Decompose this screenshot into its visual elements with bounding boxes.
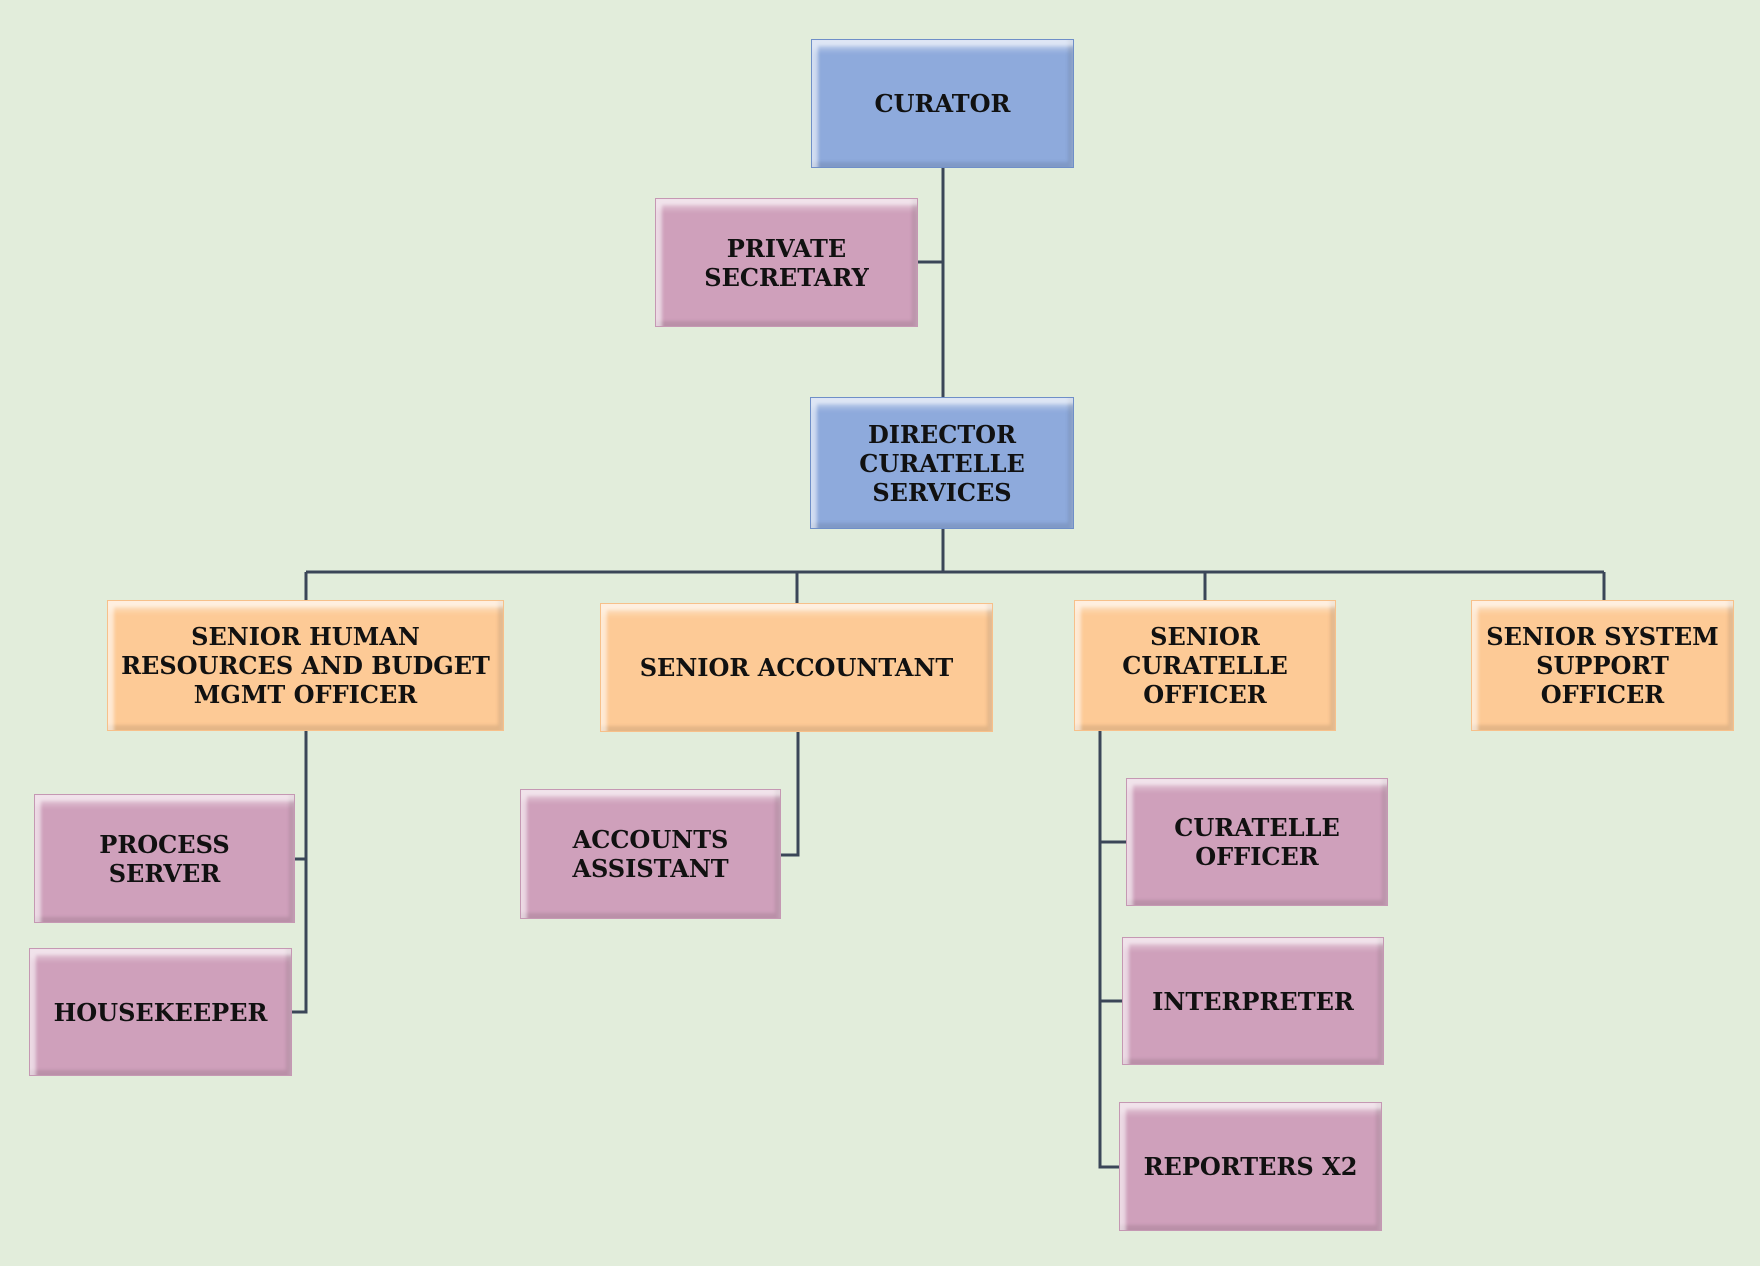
node-process-server: PROCESS SERVER bbox=[34, 794, 295, 923]
node-senior-curatelle: SENIOR CURATELLE OFFICER bbox=[1074, 600, 1336, 731]
accountant-branch-line bbox=[781, 732, 800, 857]
node-senior-system: SENIOR SYSTEM SUPPORT OFFICER bbox=[1471, 600, 1734, 731]
node-housekeeper: HOUSEKEEPER bbox=[29, 948, 292, 1076]
node-reporters: REPORTERS X2 bbox=[1119, 1102, 1382, 1231]
node-senior-hr: SENIOR HUMAN RESOURCES AND BUDGET MGMT O… bbox=[107, 600, 504, 731]
node-senior-accountant: SENIOR ACCOUNTANT bbox=[600, 603, 993, 732]
node-interpreter: INTERPRETER bbox=[1122, 937, 1384, 1065]
node-curator: CURATOR bbox=[811, 39, 1074, 168]
node-curatelle-officer: CURATELLE OFFICER bbox=[1126, 778, 1388, 906]
node-director: DIRECTOR CURATELLE SERVICES bbox=[810, 397, 1074, 529]
node-private-secretary: PRIVATE SECRETARY bbox=[655, 198, 918, 327]
node-accounts-assistant: ACCOUNTS ASSISTANT bbox=[520, 789, 781, 919]
